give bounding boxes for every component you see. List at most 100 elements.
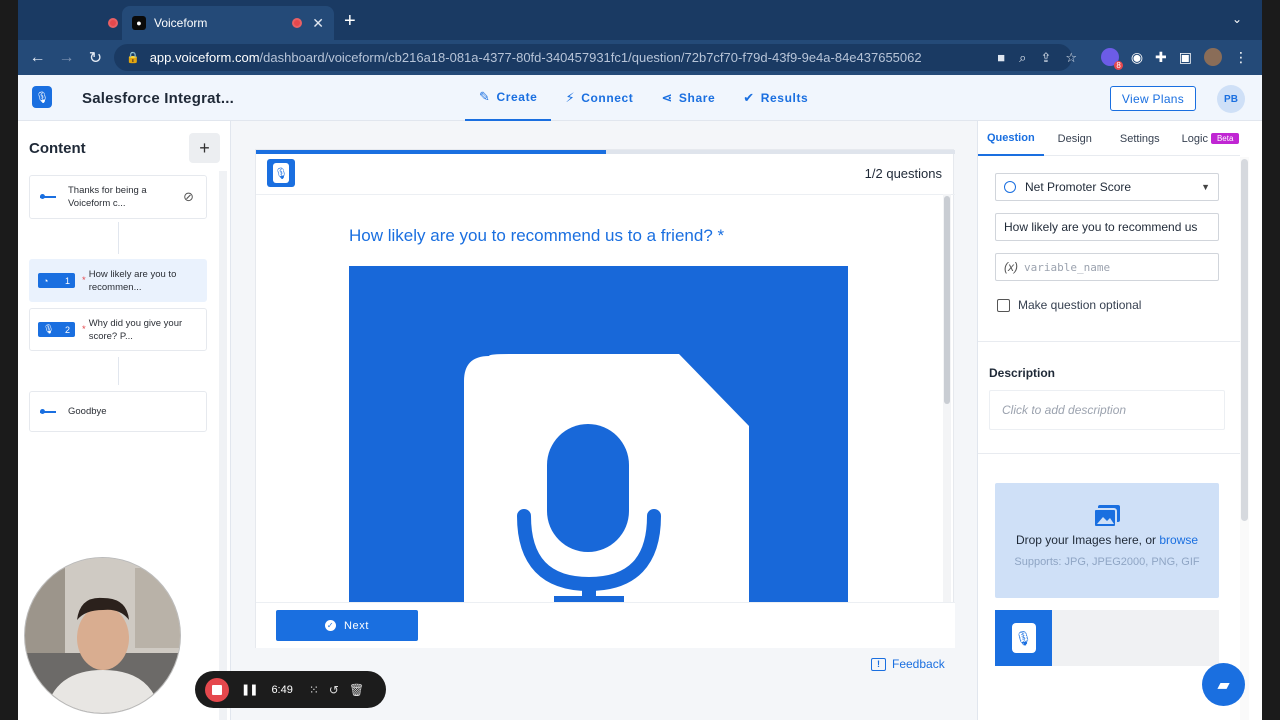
grid-icon[interactable]: ⁙ bbox=[309, 683, 319, 697]
tab-settings[interactable]: Settings bbox=[1106, 121, 1174, 156]
nav-results[interactable]: ✔ Results bbox=[729, 75, 822, 121]
question-settings-panel: Question Design Settings Logic Beta Net P… bbox=[977, 121, 1262, 720]
question-text-value: How likely are you to recommend us bbox=[1004, 220, 1198, 234]
plug-icon: ⚡ bbox=[565, 90, 576, 105]
uploaded-image-thumbnail[interactable]: 🎙 bbox=[995, 610, 1052, 666]
address-bar[interactable]: 🔒 app.voiceform.com/dashboard/voiceform/… bbox=[114, 44, 1072, 71]
user-avatar[interactable]: PB bbox=[1217, 85, 1245, 113]
next-label: Next bbox=[343, 619, 370, 632]
question-card-2[interactable]: 🎙 2 * Why did you give your score? P... bbox=[29, 308, 207, 351]
sidebar-icon[interactable]: ▣ bbox=[1179, 49, 1192, 66]
app-root: 🎙 Salesforce Integrat... ✎ Create ⚡ Connec… bbox=[18, 75, 1262, 720]
goodbye-text: Goodbye bbox=[68, 406, 107, 417]
feedback-icon: ! bbox=[871, 657, 886, 671]
new-tab-button[interactable]: + bbox=[344, 10, 356, 33]
view-plans-button[interactable]: View Plans bbox=[1110, 86, 1196, 111]
puzzle-icon[interactable]: ✚ bbox=[1155, 49, 1167, 66]
question-preview: 🎙 1/2 questions How likely are you to re… bbox=[255, 149, 955, 648]
voiceform-logo-icon[interactable]: 🎙 bbox=[32, 86, 52, 108]
question-card-1[interactable]: ◔ 1 * How likely are you to recommen... bbox=[29, 259, 207, 302]
url-path: /dashboard/voiceform/cb216a18-081a-4377-… bbox=[259, 50, 922, 65]
chat-support-icon[interactable]: ▰ bbox=[1202, 663, 1245, 706]
top-nav: ✎ Create ⚡ Connect ⋖ Share ✔ Results bbox=[465, 75, 822, 121]
optional-label: Make question optional bbox=[1018, 298, 1142, 312]
required-marker: * bbox=[82, 324, 86, 335]
kebab-menu-icon[interactable]: ⋮ bbox=[1234, 49, 1248, 66]
webcam-overlay bbox=[24, 557, 181, 714]
progress-fill bbox=[256, 150, 606, 154]
preview-divider bbox=[256, 194, 955, 195]
drop-text: Drop your Images here, or bbox=[1015, 533, 1157, 547]
goodbye-card[interactable]: Goodbye bbox=[29, 391, 207, 432]
nav-results-label: Results bbox=[760, 91, 809, 105]
camera-icon[interactable]: ■ bbox=[997, 50, 1005, 66]
bookmark-star-icon[interactable]: ☆ bbox=[1065, 50, 1077, 66]
hidden-eye-icon[interactable]: ⊘ bbox=[183, 189, 194, 205]
profile-avatar[interactable] bbox=[1204, 48, 1222, 66]
question-1-number: 1 bbox=[64, 275, 70, 286]
tab-design[interactable]: Design bbox=[1044, 121, 1106, 156]
question-text: How likely are you to recommend us to a … bbox=[349, 226, 725, 245]
variable-placeholder: variable_name bbox=[1024, 260, 1111, 274]
tab-question[interactable]: Question bbox=[978, 121, 1044, 156]
pause-icon[interactable]: ❚❚ bbox=[241, 683, 258, 696]
question-type-select[interactable]: Net Promoter Score ▼ bbox=[995, 173, 1219, 201]
question-1-text: How likely are you to recommen... bbox=[88, 268, 177, 293]
nav-share-label: Share bbox=[678, 91, 716, 105]
content-title: Content bbox=[29, 140, 86, 157]
image-upload-icon bbox=[1093, 505, 1120, 528]
optional-checkbox[interactable] bbox=[997, 298, 1010, 312]
share-icon: ⋖ bbox=[661, 90, 673, 105]
back-arrow-icon[interactable]: ← bbox=[23, 49, 52, 67]
share-page-icon[interactable]: ⇪ bbox=[1040, 50, 1051, 66]
description-input[interactable]: Click to add description bbox=[989, 390, 1225, 430]
browser-toolbar: ← → ↻ 🔒 app.voiceform.com/dashboard/voic… bbox=[18, 40, 1262, 75]
nav-connect[interactable]: ⚡ Connect bbox=[551, 75, 647, 121]
restart-icon[interactable]: ↺ bbox=[329, 683, 339, 697]
browser-tab-voiceform[interactable]: ● Voiceform ✕ bbox=[122, 6, 334, 40]
panel-scrollbar[interactable] bbox=[1240, 157, 1249, 720]
feedback-button[interactable]: ! Feedback bbox=[871, 657, 945, 671]
required-marker: * bbox=[82, 275, 86, 286]
reload-icon[interactable]: ↻ bbox=[81, 48, 110, 68]
gauge-icon bbox=[1004, 181, 1016, 193]
variable-icon: (x) bbox=[1004, 260, 1018, 274]
recording-time: 6:49 bbox=[271, 683, 293, 696]
tab-logic[interactable]: Logic Beta bbox=[1174, 121, 1244, 156]
question-type-value: Net Promoter Score bbox=[1025, 180, 1132, 194]
goodbye-icon bbox=[40, 408, 56, 414]
mic-icon: 🎙 bbox=[1011, 623, 1036, 653]
image-dropzone[interactable]: Drop your Images here, or browse Support… bbox=[995, 483, 1219, 598]
uploaded-image-row: 🎙 bbox=[995, 610, 1219, 666]
trash-icon[interactable]: 🗑 bbox=[349, 683, 364, 697]
question-image bbox=[349, 266, 848, 602]
zoom-icon[interactable]: ⌕ bbox=[1019, 50, 1026, 66]
forward-arrow-icon[interactable]: → bbox=[52, 49, 81, 67]
password-manager-icon[interactable]: ◉ bbox=[1131, 49, 1143, 66]
preview-scrollbar[interactable] bbox=[943, 194, 951, 606]
supported-formats: Supports: JPG, JPEG2000, PNG, GIF bbox=[1014, 556, 1200, 568]
nav-create[interactable]: ✎ Create bbox=[465, 75, 552, 121]
optional-checkbox-row[interactable]: Make question optional bbox=[997, 298, 1141, 312]
address-bar-actions: ■ ⌕ ⇪ ☆ bbox=[997, 50, 1077, 66]
preview-footer: ✓ Next bbox=[256, 602, 955, 648]
tab-search-chevron-icon[interactable]: ⌄ bbox=[1232, 12, 1242, 26]
add-content-button[interactable]: + bbox=[189, 133, 220, 163]
question-text-input[interactable]: How likely are you to recommend us bbox=[995, 213, 1219, 241]
welcome-text: Thanks for being a Voiceform c... bbox=[68, 185, 147, 209]
nav-share[interactable]: ⋖ Share bbox=[647, 75, 729, 121]
close-tab-icon[interactable]: ✕ bbox=[312, 15, 324, 32]
recording-dot-icon bbox=[108, 18, 118, 28]
nav-connect-label: Connect bbox=[581, 91, 634, 105]
variable-name-input[interactable]: (x) variable_name bbox=[995, 253, 1219, 281]
browse-link[interactable]: browse bbox=[1159, 533, 1198, 547]
mic-icon: 🎙 bbox=[43, 324, 55, 334]
stop-recording-button[interactable] bbox=[205, 677, 229, 702]
chevron-down-icon: ▼ bbox=[1201, 182, 1210, 192]
sidebar-scrollbar[interactable] bbox=[219, 171, 227, 720]
welcome-screen-card[interactable]: Thanks for being a Voiceform c... ⊘ bbox=[29, 175, 207, 219]
extension-icon[interactable]: 8 bbox=[1100, 48, 1123, 70]
question-2-text: Why did you give your score? P... bbox=[88, 317, 183, 342]
form-title[interactable]: Salesforce Integrat... bbox=[82, 90, 234, 107]
next-button[interactable]: ✓ Next bbox=[276, 610, 418, 641]
